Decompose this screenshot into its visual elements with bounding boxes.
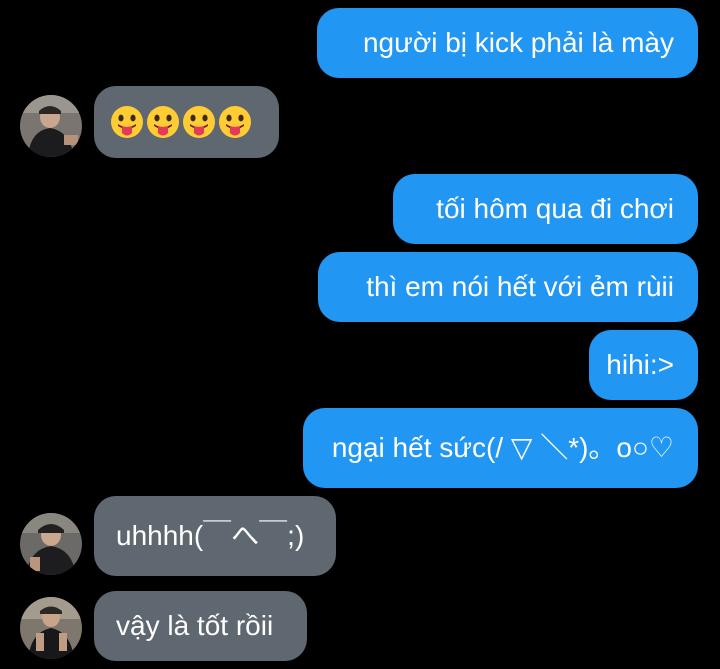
outgoing-message-bubble[interactable]: hihi:> — [589, 330, 698, 400]
outgoing-message-bubble[interactable]: thì em nói hết với ẻm rùii — [318, 252, 698, 322]
message-text: uhhhh(￣へ￣;) — [116, 520, 305, 551]
incoming-message-bubble[interactable]: uhhhh(￣へ￣;) — [94, 496, 336, 576]
outgoing-message-bubble[interactable]: tối hôm qua đi chơi — [393, 174, 698, 244]
message-text: vậy là tốt rồii — [116, 610, 274, 641]
message-text: người bị kick phải là mày — [362, 27, 674, 58]
face-with-tongue-emoji — [219, 106, 251, 138]
outgoing-message-bubble[interactable]: người bị kick phải là mày — [317, 8, 698, 78]
avatar[interactable] — [20, 95, 82, 157]
face-with-tongue-emoji — [147, 106, 179, 138]
message-text: hihi:> — [606, 349, 674, 380]
face-with-tongue-emoji — [111, 106, 143, 138]
avatar[interactable] — [20, 597, 82, 659]
avatar[interactable] — [20, 513, 82, 575]
incoming-message-bubble[interactable]: vậy là tốt rồii — [94, 591, 307, 661]
message-text: tối hôm qua đi chơi — [436, 193, 674, 224]
incoming-message-bubble[interactable] — [94, 86, 279, 158]
outgoing-message-bubble[interactable]: ngại hết sức(/ ▽ ＼*)。o○♡ — [303, 408, 698, 488]
chat-thread: người bị kick phải là mày tối hôm qua đi… — [0, 0, 720, 669]
message-text: thì em nói hết với ẻm rùii — [366, 271, 674, 302]
face-with-tongue-emoji — [183, 106, 215, 138]
message-text: ngại hết sức(/ ▽ ＼*)。o○♡ — [331, 432, 674, 463]
emoji-row — [110, 105, 252, 139]
